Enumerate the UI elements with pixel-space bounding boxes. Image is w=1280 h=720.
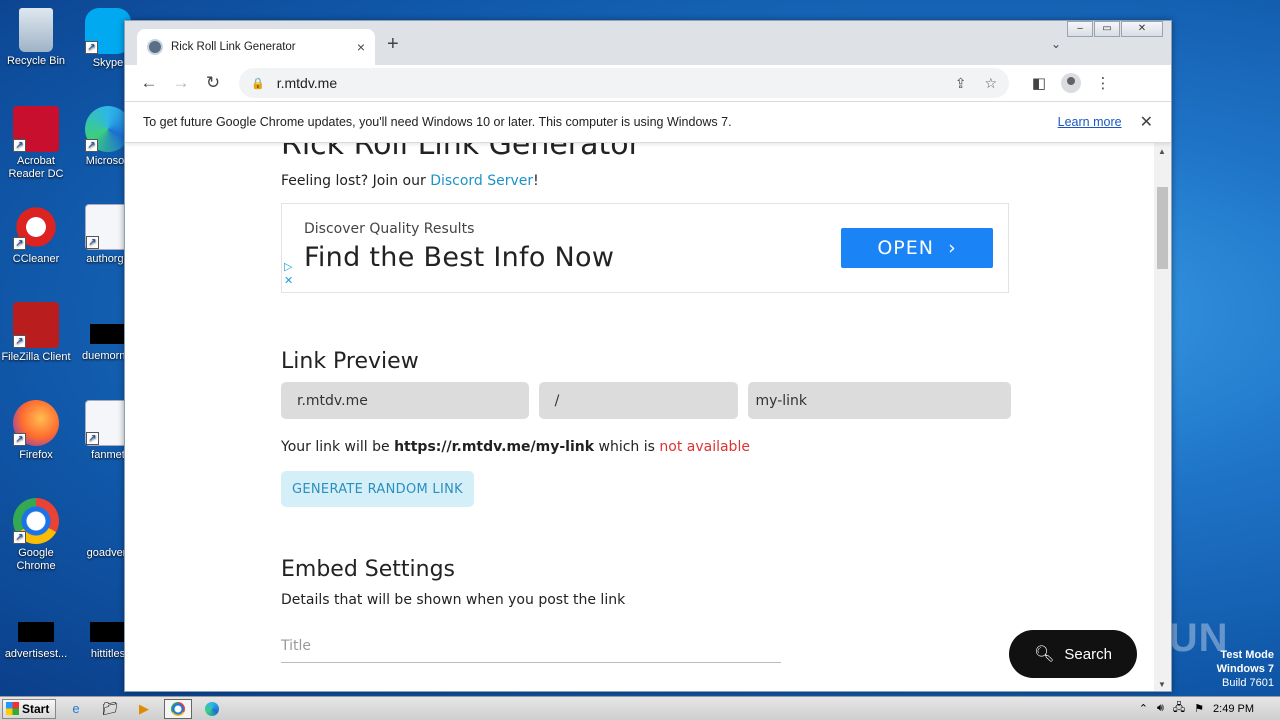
learn-more-link[interactable]: Learn more (1058, 115, 1122, 129)
windows-flag-icon (6, 702, 19, 715)
taskbar-edge-icon[interactable] (198, 699, 226, 719)
recycle-bin-icon (19, 8, 53, 52)
network-icon[interactable]: 🖧 (1173, 699, 1185, 718)
new-tab-button[interactable]: + (387, 34, 399, 54)
firefox-icon: ↗ (13, 400, 59, 446)
taskbar: Start e 📁︎ ▶ ⌃ 🔊︎ 🖧 ⚑ 2:49 PM (0, 696, 1280, 720)
chrome-window: Rick Roll Link Generator × + ⌄ – ▭ ✕ ← →… (124, 20, 1172, 692)
your-link-text: Your link will be https://r.mtdv.me/my-l… (281, 439, 750, 455)
slug-input[interactable]: my-link (747, 382, 1011, 419)
ad-tagline: Discover Quality Results (304, 221, 475, 237)
page-title: Rick Roll Link Generator (281, 143, 641, 162)
taskbar-explorer-icon[interactable]: 📁︎ (96, 699, 124, 719)
back-button[interactable]: ← (133, 69, 165, 97)
desktop-icon-filezilla[interactable]: ↗ FileZilla Client (0, 302, 72, 364)
infobar-message: To get future Google Chrome updates, you… (143, 115, 732, 129)
tab-rick-roll[interactable]: Rick Roll Link Generator × (137, 29, 375, 65)
side-panel-icon[interactable]: ◧ (1023, 74, 1055, 92)
volume-icon[interactable]: 🔊︎ (1157, 702, 1164, 715)
discord-link[interactable]: Discord Server (430, 173, 533, 189)
desktop-icon-firefox[interactable]: ↗ Firefox (0, 400, 72, 462)
adchoices-icon[interactable]: ▷ ✕ (284, 260, 293, 288)
search-icon: 🔍︎ (1034, 646, 1055, 663)
taskbar-ie-icon[interactable]: e (62, 699, 90, 719)
search-fab-button[interactable]: 🔍︎ Search (1009, 630, 1137, 678)
tab-search-chevron-icon[interactable]: ⌄ (1051, 37, 1061, 51)
bookmark-star-icon[interactable]: ☆ (984, 75, 997, 92)
browser-toolbar: ← → ↻ 🔒 r.mtdv.me ⇪ ☆ ◧ ⋮ (125, 65, 1171, 101)
minimize-button[interactable]: – (1067, 21, 1093, 37)
address-bar[interactable]: 🔒 r.mtdv.me ⇪ ☆ (239, 68, 1009, 98)
page-viewport: Rick Roll Link Generator Feeling lost? J… (125, 143, 1171, 691)
link-preview-row: r.mtdv.me / my-link (281, 382, 1021, 419)
availability-status: not available (659, 439, 750, 455)
start-button[interactable]: Start (2, 698, 56, 719)
desktop-icon-advertisest[interactable]: advertisest... (0, 610, 72, 661)
desktop-icon-chrome[interactable]: ↗ Google Chrome (0, 498, 72, 573)
ccleaner-icon: ↗ (13, 204, 59, 250)
taskbar-chrome-icon[interactable] (164, 698, 192, 719)
profile-button[interactable] (1055, 73, 1087, 93)
window-close-button[interactable]: ✕ (1121, 21, 1163, 37)
scrollbar-thumb[interactable] (1157, 187, 1168, 269)
desktop-icon-acrobat[interactable]: ↗ Acrobat Reader DC (0, 106, 72, 181)
lock-icon[interactable]: 🔒 (251, 77, 265, 90)
action-center-flag-icon[interactable]: ⚑ (1194, 702, 1204, 715)
avatar-icon (1061, 73, 1081, 93)
generate-random-link-button[interactable]: GENERATE RANDOM LINK (281, 471, 474, 507)
advertisement-banner[interactable]: Discover Quality Results Find the Best I… (281, 203, 1009, 293)
tab-close-icon[interactable]: × (357, 39, 365, 55)
test-mode-label: Test Mode Windows 7 Build 7601 (1216, 649, 1274, 689)
ad-headline[interactable]: Find the Best Info Now (304, 242, 614, 273)
system-tray: ⌃ 🔊︎ 🖧 ⚑ 2:49 PM (1130, 699, 1280, 718)
scroll-down-icon[interactable]: ▼ (1158, 680, 1166, 689)
embed-description: Details that will be shown when you post… (281, 592, 626, 608)
chevron-right-icon: › (948, 237, 957, 259)
embed-settings-heading: Embed Settings (281, 557, 456, 582)
share-icon[interactable]: ⇪ (955, 75, 967, 92)
page-scrollbar[interactable]: ▲ ▼ (1154, 143, 1171, 691)
page-content: Rick Roll Link Generator Feeling lost? J… (281, 143, 1021, 663)
filezilla-icon: ↗ (13, 302, 59, 348)
menu-kebab-icon[interactable]: ⋮ (1087, 74, 1119, 92)
file-thumbnail (90, 622, 126, 642)
infobar-close-icon[interactable]: ✕ (1140, 112, 1153, 132)
address-text[interactable]: r.mtdv.me (277, 75, 937, 91)
embed-title-input[interactable]: Title (281, 638, 781, 663)
discord-line: Feeling lost? Join our Discord Server! (281, 173, 539, 189)
chrome-icon: ↗ (13, 498, 59, 544)
favicon-icon (147, 39, 163, 55)
reload-button[interactable]: ↻ (197, 69, 229, 97)
scroll-up-icon[interactable]: ▲ (1158, 147, 1166, 156)
domain-select[interactable]: r.mtdv.me (281, 382, 529, 419)
window-controls: – ▭ ✕ (1066, 21, 1163, 37)
taskbar-media-player-icon[interactable]: ▶ (130, 699, 158, 719)
link-preview-heading: Link Preview (281, 349, 419, 374)
ad-open-button[interactable]: OPEN › (841, 228, 993, 268)
tab-title: Rick Roll Link Generator (171, 41, 296, 53)
generated-url: https://r.mtdv.me/my-link (394, 439, 595, 455)
acrobat-icon: ↗ (13, 106, 59, 152)
restore-button[interactable]: ▭ (1094, 21, 1120, 37)
file-thumbnail (90, 324, 126, 344)
file-thumbnail (18, 622, 54, 642)
tab-strip: Rick Roll Link Generator × + ⌄ – ▭ ✕ (125, 21, 1171, 65)
slash-separator: / (538, 382, 738, 419)
forward-button[interactable]: → (165, 69, 197, 97)
update-infobar: To get future Google Chrome updates, you… (125, 101, 1171, 143)
tray-expand-icon[interactable]: ⌃ (1139, 702, 1148, 715)
clock[interactable]: 2:49 PM (1213, 703, 1254, 715)
desktop-icon-ccleaner[interactable]: ↗ CCleaner (0, 204, 72, 266)
desktop-icon-recycle-bin[interactable]: Recycle Bin (0, 8, 72, 68)
